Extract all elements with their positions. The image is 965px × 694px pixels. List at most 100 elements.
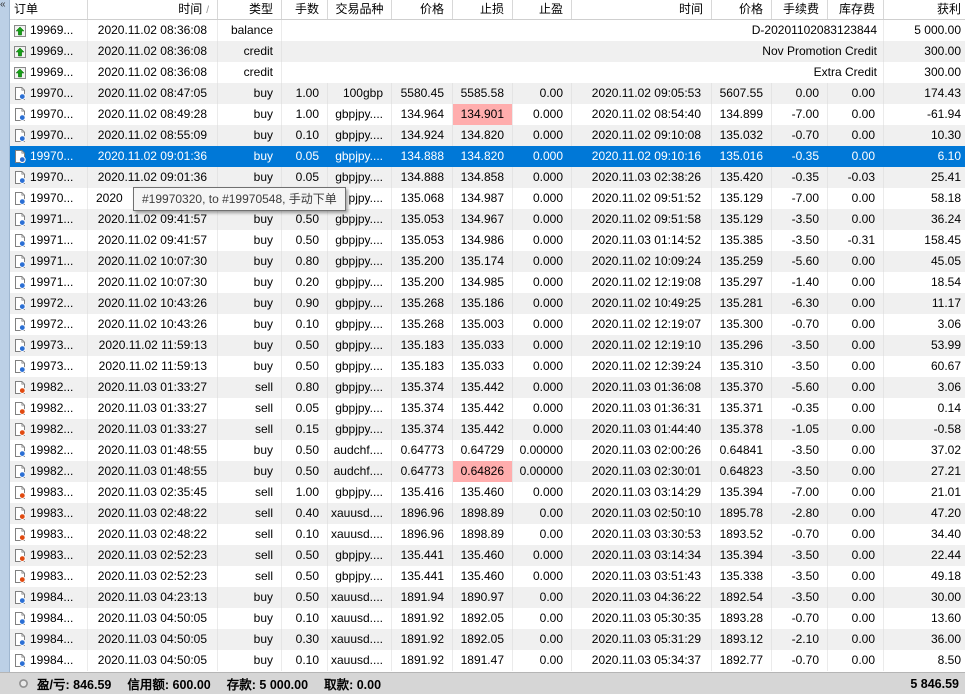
cell-profit: 60.67 (930, 359, 961, 373)
table-row[interactable]: 19971... 2020.11.02 09:41:57 buy 0.50 gbpjpy… (10, 209, 965, 230)
cell-lots: 0.50 (282, 230, 328, 251)
table-row[interactable]: 19983... 2020.11.03 02:35:45 sell 1.00 gbpjp… (10, 482, 965, 503)
cell-comm: -7.00 (772, 104, 828, 125)
cell-type: buy (253, 149, 273, 163)
status-bar: 盈/亏: 846.59 信用额: 600.00 存款: 5 000.00 取款:… (0, 672, 965, 694)
cell-time: 2020.11.03 01:33:27 (88, 398, 218, 419)
table-row[interactable]: 19971... 2020.11.02 10:07:30 buy 0.80 gbpjpy… (10, 251, 965, 272)
col-header-type[interactable]: 类型 (218, 0, 282, 19)
history-table: 订单 时间 / 类型 手数 交易品种 价格 止损 止盈 时间 价格 手续费 库存费… (10, 0, 965, 671)
cell-price: 1896.96 (392, 524, 453, 545)
table-row[interactable]: 19984... 2020.11.03 04:50:05 buy 0.10 xauusd… (10, 650, 965, 671)
cell-swap: 0.00 (828, 272, 884, 293)
cell-comm: 0.00 (772, 83, 828, 104)
col-header-symbol[interactable]: 交易品种 (328, 0, 392, 19)
table-row[interactable]: 19970... 2020.11.02 08:47:05 buy 1.00 100gbp… (10, 83, 965, 104)
cell-type: buy (218, 440, 282, 461)
order-number: 19982... (30, 380, 74, 394)
cell-comm: -2.10 (772, 629, 828, 650)
table-row[interactable]: 19970... 2020.11.02 09:01:36 buy 0.05 gbpjpy… (10, 146, 965, 167)
buy-order-icon (13, 654, 26, 667)
table-row[interactable]: 19983... 2020.11.03 02:52:23 sell 0.50 gbpjp… (10, 566, 965, 587)
table-row[interactable]: 19970... 2020.11.02 08:49:28 buy 1.00 gbpjpy… (10, 104, 965, 125)
table-row[interactable]: 19971... 2020.11.02 09:41:57 buy 0.50 gbpjpy… (10, 230, 965, 251)
table-row[interactable]: 19970... 2020.11.02 08:55:09 buy 0.10 gbpjpy… (10, 125, 965, 146)
cell-lots: 0.10 (282, 314, 328, 335)
table-row[interactable]: 19982... 2020.11.03 01:33:27 sell 0.05 gbpjp… (10, 398, 965, 419)
cell-swap: 0.00 (828, 566, 884, 587)
panel-collapse-icon[interactable]: « (0, 0, 6, 10)
cell-price: 135.183 (392, 335, 453, 356)
cell-price2: 135.281 (712, 293, 772, 314)
cell-swap: 0.00 (851, 149, 875, 163)
cell-sl: 135.003 (453, 314, 513, 335)
order-number: 19984... (30, 653, 74, 667)
order-number: 19970... (30, 128, 74, 142)
cell-order: 19983... (10, 482, 88, 503)
cell-order: 19973... (10, 335, 88, 356)
cell-tp: 0.000 (513, 188, 572, 209)
col-header-sl[interactable]: 止损 (453, 0, 513, 19)
col-header-order[interactable]: 订单 (10, 0, 88, 19)
table-row[interactable]: 19972... 2020.11.02 10:43:26 buy 0.90 gbpjpy… (10, 293, 965, 314)
cell-price: 135.441 (392, 566, 453, 587)
cell-time: 2020.11.02 08:55:09 (88, 125, 218, 146)
table-row[interactable]: 19969... 2020.11.02 08:36:08 balance D-2020… (10, 20, 965, 41)
cell-swap: 0.00 (828, 545, 884, 566)
col-header-close-price[interactable]: 价格 (712, 0, 772, 19)
cell-swap: 0.00 (828, 293, 884, 314)
cell-lots: 0.50 (282, 461, 328, 482)
table-row[interactable]: 19973... 2020.11.02 11:59:13 buy 0.50 gbpjpy… (10, 335, 965, 356)
cell-profit: 21.01 (930, 485, 961, 499)
table-row[interactable]: 19972... 2020.11.02 10:43:26 buy 0.10 gbpjpy… (10, 314, 965, 335)
table-row[interactable]: 19983... 2020.11.03 02:52:23 sell 0.50 gbpjp… (10, 545, 965, 566)
table-row[interactable]: 19969... 2020.11.02 08:36:08 credit Nov Pro… (10, 41, 965, 62)
col-header-open-price[interactable]: 价格 (392, 0, 453, 19)
col-header-profit[interactable]: 获利 (884, 0, 965, 19)
buy-order-icon (13, 150, 26, 163)
table-row[interactable]: 19971... 2020.11.02 10:07:30 buy 0.20 gbpjpy… (10, 272, 965, 293)
sell-order-icon (13, 570, 26, 583)
cell-time: 2020.11.02 11:59:13 (88, 356, 218, 377)
col-header-commission[interactable]: 手续费 (772, 0, 828, 19)
table-row[interactable]: 19984... 2020.11.03 04:50:05 buy 0.10 xauusd… (10, 608, 965, 629)
cell-price: 0.64773 (392, 440, 453, 461)
col-header-lots[interactable]: 手数 (282, 0, 328, 19)
table-row[interactable]: 19983... 2020.11.03 02:48:22 sell 0.40 xauus… (10, 503, 965, 524)
table-row[interactable]: 19982... 2020.11.03 01:33:27 sell 0.15 gbpjp… (10, 419, 965, 440)
table-row[interactable]: 19973... 2020.11.02 11:59:13 buy 0.50 gbpjpy… (10, 356, 965, 377)
order-number: 19971... (30, 233, 74, 247)
cell-comm: -3.50 (772, 440, 828, 461)
cell-symbol: gbpjpy.... (328, 167, 392, 188)
table-row[interactable]: 19983... 2020.11.03 02:48:22 sell 0.10 xauus… (10, 524, 965, 545)
cell-sl: 135.033 (453, 335, 513, 356)
cell-symbol: audchf.... (328, 440, 392, 461)
cell-order: 19970... (10, 104, 88, 125)
table-row[interactable]: 19970... 2020.11.02 09:01:36 buy 0.05 gbpjpy… (10, 167, 965, 188)
table-row[interactable]: 19984... 2020.11.03 04:50:05 buy 0.30 xauusd… (10, 629, 965, 650)
table-row[interactable]: 19969... 2020.11.02 08:36:08 credit Extra C… (10, 62, 965, 83)
cell-tp: 0.000 (513, 167, 572, 188)
cell-type: sell (218, 566, 282, 587)
deposit-arrow-icon (13, 24, 26, 37)
cell-profit: 0.14 (937, 401, 961, 415)
table-row[interactable]: 19982... 2020.11.03 01:48:55 buy 0.50 audchf… (10, 461, 965, 482)
cell-swap: 0.00 (828, 482, 884, 503)
col-header-swap[interactable]: 库存费 (828, 0, 884, 19)
cell-price2: 135.032 (712, 125, 772, 146)
table-row[interactable]: 19982... 2020.11.03 01:48:55 buy 0.50 audchf… (10, 440, 965, 461)
col-header-open-time[interactable]: 时间 / (88, 0, 218, 19)
col-header-tp[interactable]: 止盈 (513, 0, 572, 19)
cell-time: 2020.11.02 08:36:08 (88, 20, 218, 41)
cell-time: 2020.11.02 09:41:57 (88, 230, 218, 251)
cell-order: 19969... (10, 62, 88, 83)
cell-time: 2020.11.02 10:07:30 (88, 272, 218, 293)
table-row[interactable]: 19982... 2020.11.03 01:33:27 sell 0.80 gbpjp… (10, 377, 965, 398)
table-row[interactable]: 19984... 2020.11.03 04:23:13 buy 0.50 xauusd… (10, 587, 965, 608)
cell-order: 19970... (10, 125, 88, 146)
col-header-close-time[interactable]: 时间 (572, 0, 712, 19)
buy-order-icon (13, 612, 26, 625)
col-header-open-time-label: 时间 (178, 2, 203, 16)
cell-sl: 135.442 (453, 419, 513, 440)
cell-time: 2020.11.02 09:41:57 (88, 209, 218, 230)
